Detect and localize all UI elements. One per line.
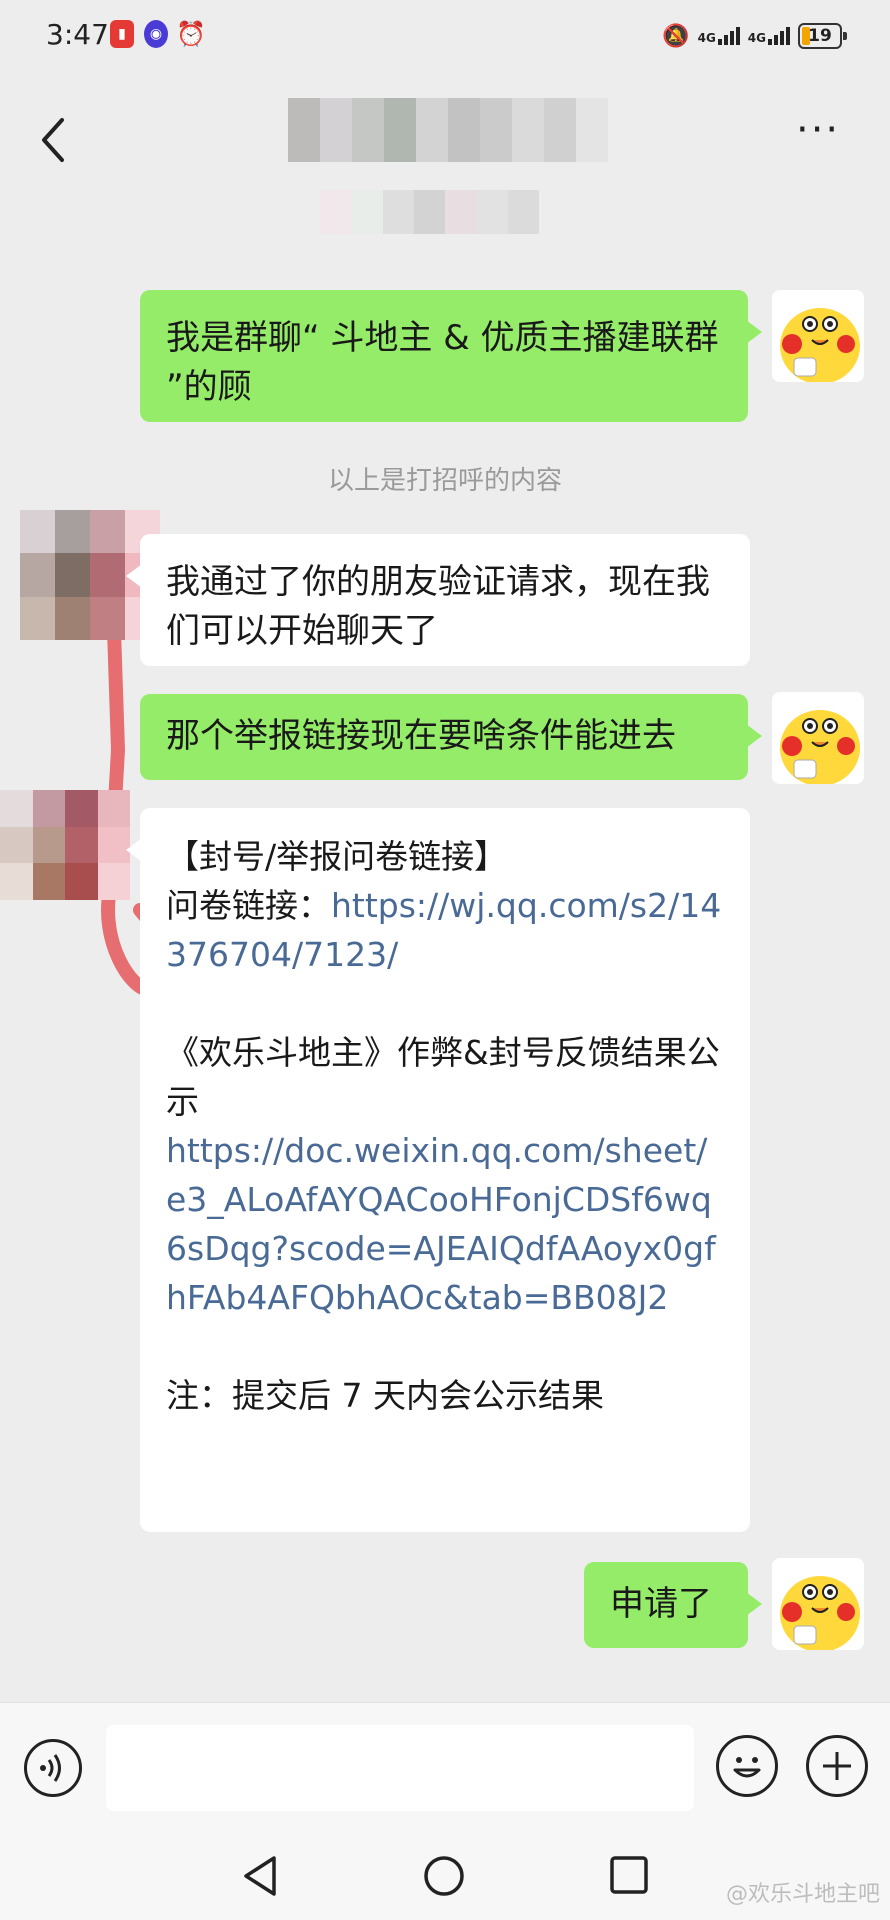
contact-subtitle-blurred	[320, 190, 570, 234]
chick-avatar-icon	[772, 1558, 864, 1650]
notification-app-icon: ▮	[110, 20, 134, 48]
status-right: 🔕 4G 4G 19	[662, 18, 847, 54]
my-avatar[interactable]	[772, 1558, 864, 1650]
my-avatar[interactable]	[772, 290, 864, 382]
watermark: @欢乐斗地主吧	[725, 1882, 880, 1907]
chat-header: ···	[0, 80, 890, 260]
message-bubble-incoming[interactable]: 我通过了你的朋友验证请求，现在我们可以开始聊天了	[126, 534, 750, 666]
plus-icon[interactable]	[806, 1735, 868, 1797]
input-bar	[0, 1702, 890, 1833]
system-notice: 以上是打招呼的内容	[327, 466, 562, 496]
contact-name-blurred	[288, 98, 608, 162]
doc-link[interactable]: https://doc.weixin.qq.com/sheet/e3_ALoAf…	[166, 1126, 724, 1322]
message-input[interactable]	[106, 1725, 694, 1811]
message-bubble-outgoing[interactable]: 申请了	[584, 1562, 762, 1648]
chick-avatar-icon	[772, 290, 864, 382]
notification-app-icon-2: ◉	[144, 20, 168, 48]
status-bar: 3:47 ▮ ◉ ⏰ 🔕 4G 4G 19	[0, 0, 890, 72]
my-avatar[interactable]	[772, 692, 864, 784]
message-bubble-incoming[interactable]: 【封号/举报问卷链接】 问卷链接：https://wj.qq.com/s2/14…	[126, 808, 750, 1532]
alarm-icon: ⏰	[176, 20, 206, 48]
back-icon[interactable]	[34, 110, 74, 170]
mute-icon: 🔕	[662, 23, 690, 49]
message-line: 问卷链接：https://wj.qq.com/s2/14376704/7123/	[166, 886, 722, 974]
message-bubble-outgoing[interactable]: 那个举报链接现在要啥条件能进去	[140, 694, 762, 780]
more-options-icon[interactable]: ···	[796, 110, 846, 160]
voice-icon[interactable]	[24, 1739, 82, 1797]
signal-icon: 4G	[698, 27, 740, 45]
chick-avatar-icon	[772, 692, 864, 784]
message-line: 《欢乐斗地主》作弊&封号反馈结果公示	[166, 1033, 720, 1121]
battery-icon: 19	[798, 23, 847, 49]
signal-icon-2: 4G	[748, 27, 790, 45]
message-bubble-outgoing[interactable]: 我是群聊“ 斗地主 & 优质主播建联群 ”的顾	[140, 290, 762, 422]
home-circle-icon[interactable]	[422, 1854, 466, 1898]
status-time: 3:47	[46, 18, 109, 51]
contact-avatar-blurred[interactable]	[0, 790, 130, 900]
system-nav-bar: @欢乐斗地主吧	[0, 1832, 890, 1920]
message-line: 注：提交后 7 天内会公示结果	[166, 1376, 604, 1415]
recents-square-icon[interactable]	[608, 1854, 650, 1896]
message-line: 【封号/举报问卷链接】	[166, 837, 508, 876]
back-triangle-icon[interactable]	[240, 1854, 280, 1898]
emoji-icon[interactable]	[716, 1735, 778, 1797]
